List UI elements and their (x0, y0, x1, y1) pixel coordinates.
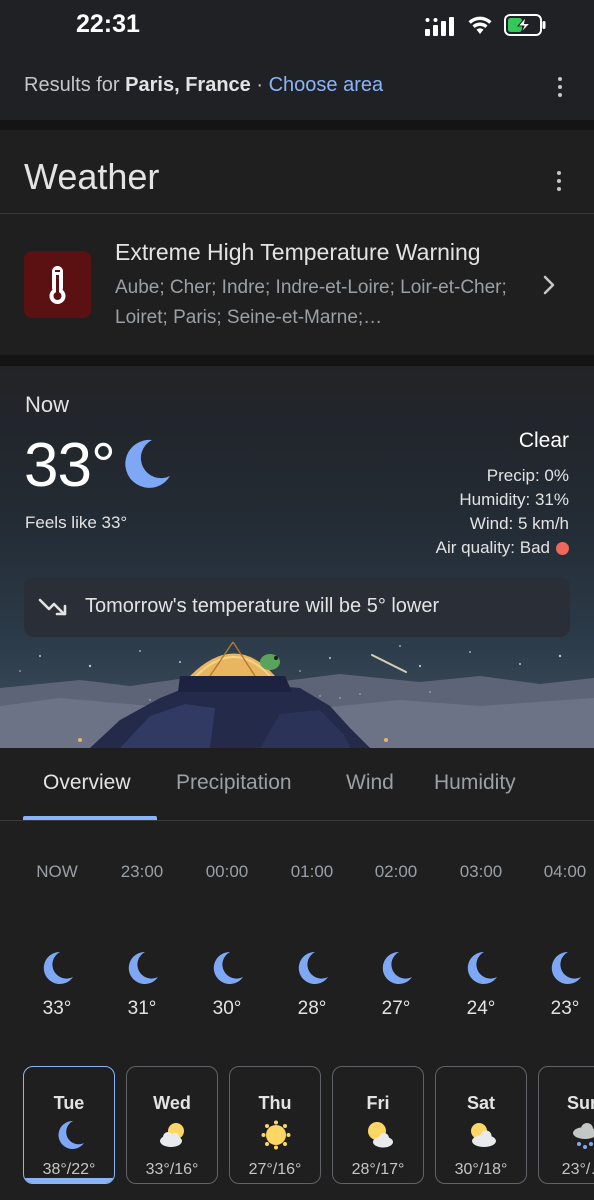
tab-wind[interactable]: Wind (346, 771, 394, 795)
status-bar: 22:31 (0, 0, 594, 52)
current-conditions: Now 33° Feels like 33° Clear Precip: 0% … (0, 366, 594, 748)
wind-stat: Wind: 5 km/h (469, 514, 569, 533)
chevron-right-icon (543, 275, 555, 295)
partly-cloudy-icon (368, 1122, 393, 1148)
tomorrow-forecast-banner: Tomorrow's temperature will be 5° lower (24, 577, 570, 637)
daily-forecast: Tue 38°/22° Wed 33°/16° Thu 27°/16° Fri (0, 1052, 594, 1200)
thermometer-icon (49, 266, 66, 304)
night-camping-illustration (0, 641, 594, 748)
rain-cloud-icon (573, 1123, 594, 1149)
weather-page: 22:31 Results for Paris, France · Choose… (0, 0, 594, 1200)
hour-time: NOW (36, 862, 78, 881)
day-temperatures: 28°/17° (351, 1161, 405, 1178)
tomorrow-note: Tomorrow's temperature will be 5° lower (85, 595, 440, 617)
sun-icon (261, 1120, 291, 1150)
day-temperatures: 30°/18° (454, 1161, 508, 1178)
weather-alert[interactable]: Extreme High Temperature Warning Aube; C… (0, 215, 594, 355)
results-location-line: Results for Paris, France · Choose area (24, 74, 383, 97)
section-divider (0, 120, 594, 130)
alert-areas: Aube; Cher; Indre; Indre-et-Loire; Loir-… (115, 277, 507, 328)
status-time: 22:31 (76, 10, 140, 38)
trending-down-icon (38, 598, 67, 616)
hour-temperature: 27° (381, 998, 411, 1019)
day-temperatures: 33°/16° (145, 1161, 199, 1178)
forecast-tabs: Overview Precipitation Wind Humidity (0, 748, 594, 821)
moon-icon (467, 951, 497, 984)
day-card-sat[interactable]: Sat 30°/18° (435, 1066, 527, 1184)
hour-time: 23:00 (120, 862, 164, 881)
hour-time: 02:00 (374, 862, 418, 881)
active-tab-indicator (23, 816, 157, 820)
hour-time: 04:00 (543, 862, 587, 881)
hour-temperature: 28° (297, 998, 327, 1019)
moon-icon (382, 951, 412, 984)
hour-time: 01:00 (290, 862, 334, 881)
moon-icon (58, 1120, 84, 1149)
day-name: Wed (153, 1093, 191, 1113)
section-divider (0, 355, 594, 366)
moon-icon (43, 951, 73, 984)
moon-icon (128, 951, 158, 984)
day-card-sun[interactable]: Sun 23°/… (538, 1066, 594, 1184)
condition: Clear (518, 429, 569, 452)
moon-icon (298, 951, 328, 984)
choose-area-link[interactable]: Choose area (269, 74, 384, 96)
alert-title: Extreme High Temperature Warning (115, 239, 481, 265)
day-name: Fri (366, 1093, 390, 1113)
day-temperatures: 23°/… (561, 1161, 594, 1178)
hour-temperature: 31° (127, 998, 157, 1019)
hour-time: 03:00 (459, 862, 503, 881)
signal-icon (425, 17, 454, 36)
day-name: Sat (466, 1093, 495, 1113)
weather-more-menu-icon[interactable] (549, 166, 569, 196)
feels-like: Feels like 33° (25, 513, 128, 532)
location-name: Paris, France (125, 74, 251, 96)
current-temperature: 33° (24, 431, 116, 500)
battery-charging-icon (504, 14, 546, 36)
day-temperatures: 27°/16° (248, 1161, 302, 1178)
precipitation-stat: Precip: 0% (486, 466, 569, 485)
day-name: Tue (53, 1093, 85, 1113)
alert-icon-box (24, 251, 91, 318)
hour-temperature: 24° (466, 998, 496, 1019)
moon-icon (213, 951, 243, 984)
hour-temperature: 33° (42, 998, 72, 1019)
weather-card-header: Weather (0, 130, 594, 214)
now-label: Now (25, 392, 70, 417)
day-card-fri[interactable]: Fri 28°/17° (332, 1066, 424, 1184)
hour-temperature: 30° (212, 998, 242, 1019)
wifi-icon (468, 16, 492, 34)
day-name: Thu (258, 1093, 292, 1113)
day-card-thu[interactable]: Thu 27°/16° (229, 1066, 321, 1184)
tab-precipitation[interactable]: Precipitation (176, 771, 292, 795)
partly-cloudy-icon (471, 1123, 496, 1147)
humidity-stat: Humidity: 31% (459, 490, 569, 509)
air-quality-bad-dot-icon (556, 541, 569, 555)
tab-humidity[interactable]: Humidity (434, 771, 516, 795)
selected-day-indicator (24, 1178, 114, 1183)
day-card-tue[interactable]: Tue 38°/22° (23, 1066, 115, 1184)
partly-cloudy-icon (160, 1123, 184, 1147)
tab-overview[interactable]: Overview (43, 771, 131, 795)
moon-icon (125, 439, 170, 488)
hourly-forecast[interactable]: NOW 33° 23:00 31° 00:00 30° 01:00 28° 02… (0, 822, 594, 1052)
hour-temperature: 23° (550, 998, 580, 1019)
hour-time: 00:00 (205, 862, 249, 881)
moon-icon (551, 951, 581, 984)
day-name: Sun (567, 1093, 594, 1113)
day-temperatures: 38°/22° (42, 1161, 96, 1178)
day-card-wed[interactable]: Wed 33°/16° (126, 1066, 218, 1184)
results-more-menu-icon[interactable] (550, 72, 570, 102)
air-quality-stat: Air quality: Bad (436, 538, 569, 558)
results-header: Results for Paris, France · Choose area (0, 52, 594, 120)
results-prefix: Results for (24, 74, 120, 96)
weather-title: Weather (24, 156, 160, 197)
separator: · (256, 74, 264, 96)
air-quality-label: Air quality: Bad (435, 538, 550, 557)
